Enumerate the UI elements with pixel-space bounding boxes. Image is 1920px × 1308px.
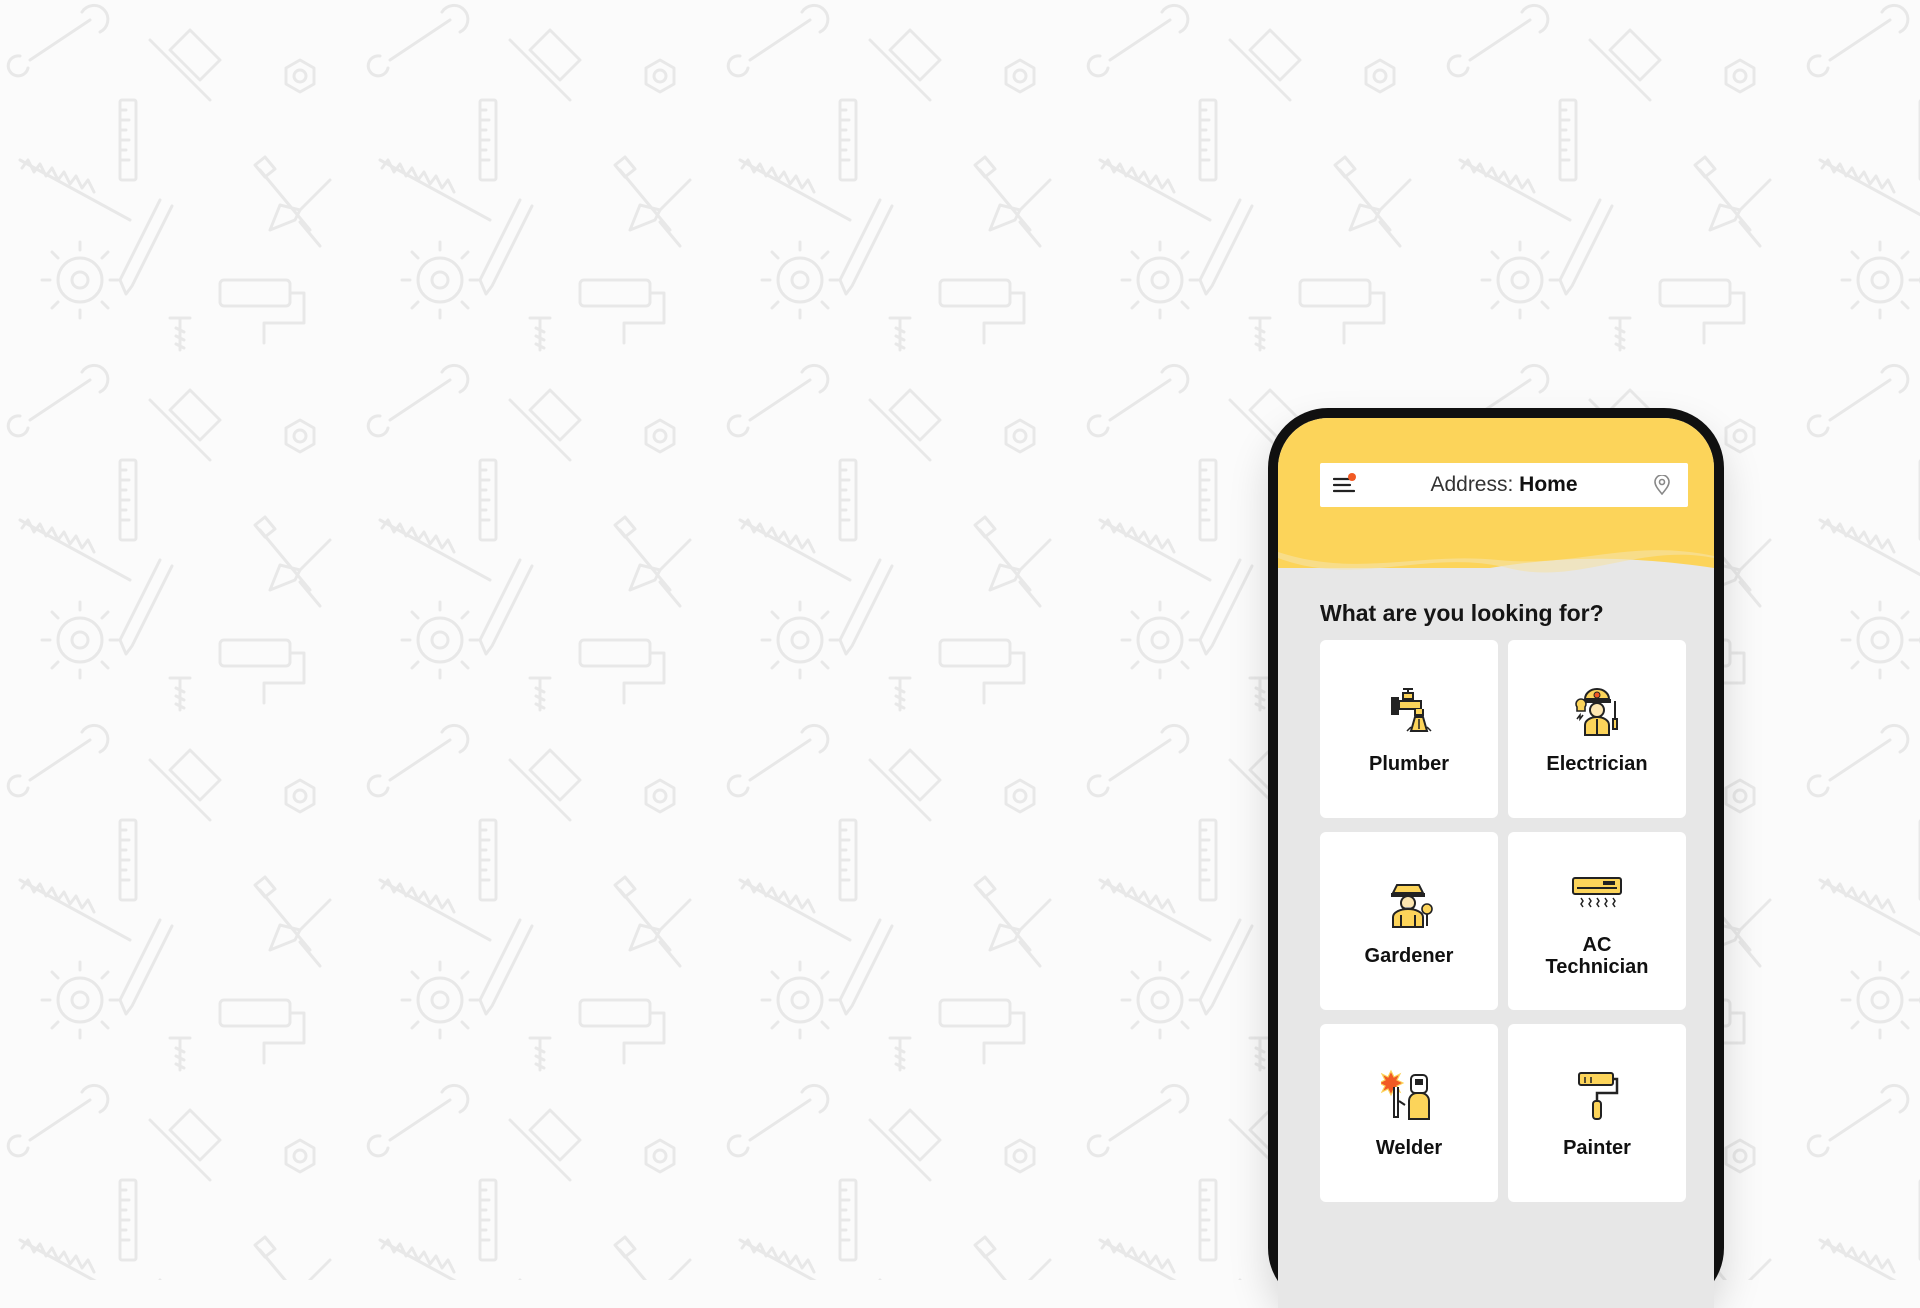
category-card-ac-technician[interactable]: AC Technician xyxy=(1508,832,1686,1010)
address-label: Address: xyxy=(1430,473,1514,496)
address-display[interactable]: Address: Home xyxy=(1358,473,1650,497)
notification-dot xyxy=(1348,473,1356,481)
category-card-plumber[interactable]: Plumber xyxy=(1320,640,1498,818)
category-label: AC Technician xyxy=(1545,934,1649,978)
location-button[interactable] xyxy=(1650,473,1674,497)
category-grid: Plumber Electrician Gardener AC Technici… xyxy=(1320,640,1688,1202)
phone-mockup: Address: Home What are you looking for? xyxy=(1268,408,1724,1308)
air-conditioner-icon xyxy=(1572,877,1622,908)
gardener-icon xyxy=(1391,884,1433,928)
category-card-painter[interactable]: Painter xyxy=(1508,1024,1686,1202)
location-pin-icon xyxy=(1654,475,1670,495)
category-label: Painter xyxy=(1563,1137,1631,1159)
electrician-icon xyxy=(1575,688,1618,736)
category-label: Plumber xyxy=(1368,753,1450,775)
welder-icon xyxy=(1381,1069,1430,1120)
section-title: What are you looking for? xyxy=(1320,600,1604,626)
paint-roller-icon xyxy=(1578,1072,1619,1120)
category-card-gardener[interactable]: Gardener xyxy=(1320,832,1498,1010)
category-card-welder[interactable]: Welder xyxy=(1320,1024,1498,1202)
category-label: Gardener xyxy=(1364,945,1454,967)
category-label: Welder xyxy=(1375,1137,1443,1159)
app-screen: Address: Home What are you looking for? xyxy=(1278,418,1714,1308)
category-label: Electrician xyxy=(1546,753,1648,775)
category-card-electrician[interactable]: Electrician xyxy=(1508,640,1686,818)
address-bar[interactable]: Address: Home xyxy=(1320,463,1688,507)
address-value: Home xyxy=(1519,473,1578,496)
menu-button[interactable] xyxy=(1330,471,1358,499)
faucet-icon xyxy=(1391,688,1432,732)
header-wave xyxy=(1278,538,1714,598)
